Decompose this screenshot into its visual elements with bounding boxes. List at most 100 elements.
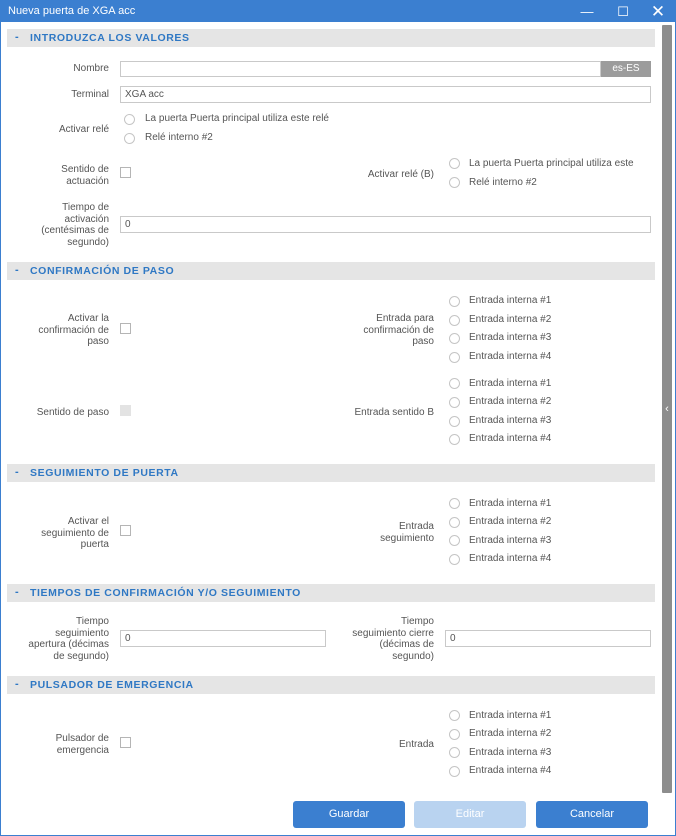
sentido-actuacion-label: Sentido de actuación [21, 164, 109, 187]
label-line: Activar la [67, 313, 109, 324]
collapse-toggle[interactable]: - [15, 264, 19, 276]
tiempo-apertura-input[interactable]: 0 [120, 630, 326, 647]
tiempo-activacion-label: Tiempo de activación (centésimas de segu… [21, 202, 109, 248]
sentido-actuacion-checkbox[interactable] [120, 167, 131, 178]
tiempo-cierre-input[interactable]: 0 [445, 630, 651, 647]
close-icon[interactable]: ✕ [643, 1, 673, 22]
minimize-icon[interactable]: — [572, 1, 602, 22]
radio-button[interactable] [124, 133, 135, 144]
sentido-paso-label: Sentido de paso [36, 407, 109, 418]
radio-button[interactable] [449, 535, 460, 546]
collapse-toggle[interactable]: - [15, 586, 19, 598]
label-line: Pulsador de [55, 733, 109, 744]
pulsador-emergencia-label: Pulsador de emergencia [21, 733, 109, 756]
pulsador-emergencia-checkbox[interactable] [120, 737, 131, 748]
label-line: apertura (décimas [28, 639, 109, 650]
radio-button[interactable] [449, 498, 460, 509]
radio-button[interactable] [449, 333, 460, 344]
nombre-input[interactable] [120, 61, 601, 77]
tiempo-activacion-input[interactable]: 0 [120, 216, 651, 233]
label-line: seguimiento [55, 627, 109, 639]
radio-label: Entrada interna #4 [469, 765, 552, 776]
label-line: de segundo) [53, 650, 109, 662]
radio-button[interactable] [449, 296, 460, 307]
radio-button[interactable] [449, 517, 460, 528]
sentido-paso-checkbox[interactable] [120, 405, 131, 416]
radio-label: Relé interno #2 [469, 177, 537, 188]
section-header-confirm[interactable]: - CONFIRMACIÓN DE PASO [7, 262, 655, 280]
radio-label: Entrada interna #3 [469, 415, 552, 426]
radio-button[interactable] [449, 397, 460, 408]
section-header-values[interactable]: - INTRODUZCA LOS VALORES [7, 29, 655, 47]
label-line: (centésimas de [41, 225, 109, 236]
vertical-scrollbar[interactable]: ‹ [660, 23, 674, 795]
window-title: Nueva puerta de XGA acc [8, 5, 136, 17]
radio-label: Entrada interna #2 [469, 396, 552, 407]
radio-button[interactable] [449, 747, 460, 758]
label-line: (décimas de [379, 639, 434, 650]
nombre-label: Nombre [73, 63, 109, 74]
radio-label: Relé interno #2 [145, 132, 213, 143]
radio-button[interactable] [449, 729, 460, 740]
maximize-icon[interactable]: ☐ [608, 1, 638, 22]
radio-button[interactable] [449, 378, 460, 389]
label-line: emergencia [56, 744, 109, 756]
radio-label: La puerta Puerta principal utiliza este [469, 158, 634, 169]
entrada-confirmacion-label: Entrada para confirmación de paso [331, 313, 434, 348]
radio-label: Entrada interna #3 [469, 332, 552, 343]
label-line: Tiempo de [62, 202, 109, 213]
label-line: seguimiento [380, 532, 434, 544]
terminal-label: Terminal [71, 89, 109, 100]
tiempo-cierre-label: Tiempo seguimiento cierre (décimas de se… [331, 616, 434, 662]
label-line: puerta [80, 539, 109, 550]
collapse-toggle[interactable]: - [15, 466, 19, 478]
activar-seguimiento-label: Activar el seguimiento de puerta [21, 516, 109, 551]
radio-button[interactable] [124, 114, 135, 125]
label-line: confirmación de [38, 324, 109, 336]
title-bar[interactable]: Nueva puerta de XGA acc — ☐ ✕ [1, 1, 675, 22]
radio-label: Entrada interna #2 [469, 728, 552, 739]
section-title: PULSADOR DE EMERGENCIA [30, 679, 194, 691]
entrada-sentido-b-label: Entrada sentido B [354, 407, 435, 418]
label-line: actuación [66, 175, 109, 187]
radio-button[interactable] [449, 766, 460, 777]
label-line: Tiempo [76, 616, 109, 627]
collapse-toggle[interactable]: - [15, 31, 19, 43]
label-line: Sentido de [61, 164, 109, 175]
radio-button[interactable] [449, 352, 460, 363]
activar-seguimiento-checkbox[interactable] [120, 525, 131, 536]
section-header-times[interactable]: - TIEMPOS DE CONFIRMACIÓN Y/O SEGUIMIENT… [7, 584, 655, 602]
radio-button[interactable] [449, 434, 460, 445]
section-title: CONFIRMACIÓN DE PASO [30, 265, 175, 277]
radio-label: Entrada interna #1 [469, 710, 552, 721]
save-button[interactable]: Guardar [293, 801, 405, 828]
radio-button[interactable] [449, 554, 460, 565]
terminal-input[interactable]: XGA acc [120, 86, 651, 103]
label-line: seguimiento de [41, 527, 109, 539]
collapse-toggle[interactable]: - [15, 678, 19, 690]
activar-confirmacion-checkbox[interactable] [120, 323, 131, 334]
label-line: confirmación de [363, 324, 434, 336]
section-title: INTRODUZCA LOS VALORES [30, 32, 190, 44]
section-header-emergency[interactable]: - PULSADOR DE EMERGENCIA [7, 676, 655, 694]
chevron-left-icon[interactable]: ‹ [662, 401, 672, 417]
radio-button[interactable] [449, 710, 460, 721]
language-badge[interactable]: es-ES [601, 61, 651, 77]
edit-button[interactable]: Editar [414, 801, 526, 828]
label-line: Tiempo [401, 616, 434, 627]
label-line: segundo) [392, 650, 434, 662]
radio-label: Entrada interna #3 [469, 535, 552, 546]
label-line: Activar el [67, 516, 109, 527]
label-line: paso [412, 336, 434, 347]
activar-rele-b-label: Activar relé (B) [367, 169, 434, 180]
radio-button[interactable] [449, 315, 460, 326]
radio-button[interactable] [449, 416, 460, 427]
section-header-tracking[interactable]: - SEGUIMIENTO DE PUERTA [7, 464, 655, 482]
cancel-button[interactable]: Cancelar [536, 801, 648, 828]
radio-label: Entrada interna #1 [469, 498, 552, 509]
radio-button[interactable] [449, 177, 460, 188]
dialog-window: Nueva puerta de XGA acc — ☐ ✕ ‹ - INTROD… [0, 0, 676, 836]
label-line: Entrada [398, 521, 434, 532]
activar-rele-label: Activar relé [58, 124, 109, 135]
radio-button[interactable] [449, 158, 460, 169]
